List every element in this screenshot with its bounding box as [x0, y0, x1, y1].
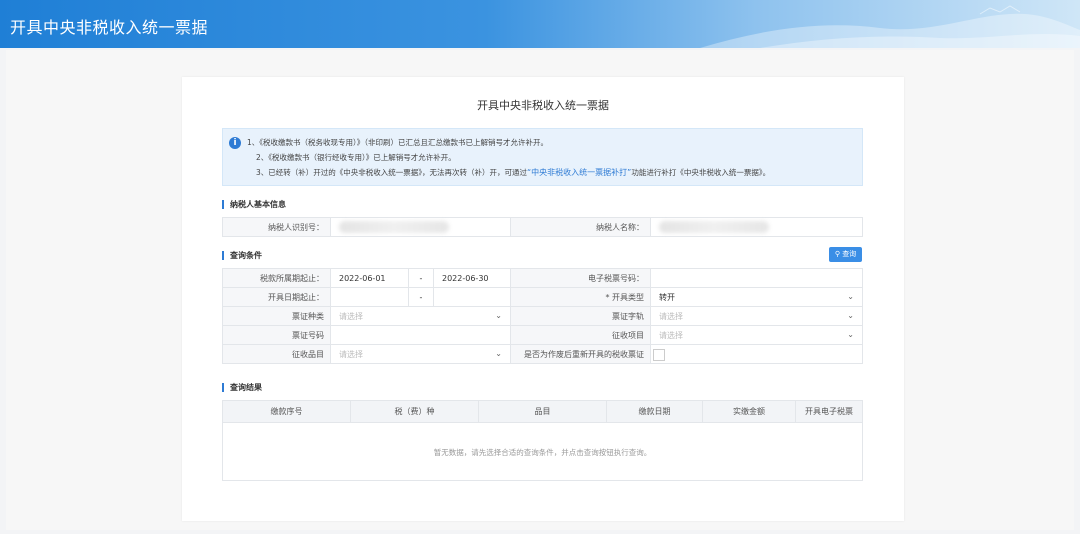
app-title: 开具中央非税收入统一票据: [10, 18, 209, 37]
page-title: 开具中央非税收入统一票据: [477, 99, 609, 112]
column-header: 品目: [479, 401, 607, 422]
voucher-word-select[interactable]: 请选择 ⌄: [650, 306, 863, 326]
column-header: 缴款日期: [607, 401, 703, 422]
result-section-heading: 查询结果: [222, 383, 262, 392]
query-form: 税款所属期起止： 2022-06-01 - 2022-06-30 电子税票号码：…: [222, 268, 863, 364]
issue-date-end-input[interactable]: [433, 287, 511, 307]
column-header: 开具电子税票: [805, 407, 853, 416]
query-section-heading: 查询条件: [222, 251, 262, 260]
period-end-input[interactable]: 2022-06-30: [433, 268, 511, 288]
voucher-type-select[interactable]: 请选择 ⌄: [330, 306, 511, 326]
period-label: 税款所属期起止：: [222, 268, 331, 288]
issue-date-separator: -: [408, 287, 434, 307]
voucher-no-input[interactable]: [330, 325, 511, 345]
column-header: 缴款序号: [223, 401, 351, 422]
chevron-down-icon: ⌄: [495, 311, 502, 320]
reissue-checkbox-cell: [650, 344, 863, 364]
chevron-down-icon: ⌄: [847, 330, 854, 339]
info-icon: i: [229, 137, 241, 149]
search-icon: ⚲: [834, 250, 840, 258]
result-table: 缴款序号 税（费）种 品目 缴款日期 实缴金额 开具电子税票 暂无数据，请先选择…: [222, 400, 863, 481]
taxpayer-id-value: [330, 217, 511, 237]
levy-subitem-placeholder: 请选择: [339, 349, 363, 359]
chevron-down-icon: ⌄: [495, 349, 502, 358]
levy-item-label: 征收项目: [510, 325, 651, 345]
e-ticket-label: 电子税票号码：: [510, 268, 651, 288]
voucher-word-label: 票证字轨: [510, 306, 651, 326]
empty-state-text: 暂无数据，请先选择合适的查询条件，并点击查询按钮执行查询。: [433, 448, 652, 457]
period-start-input[interactable]: 2022-06-01: [330, 268, 409, 288]
e-ticket-input[interactable]: [650, 268, 863, 288]
issue-date-label: 开具日期起止：: [222, 287, 331, 307]
chevron-down-icon: ⌄: [847, 292, 854, 301]
levy-subitem-select[interactable]: 请选择 ⌄: [330, 344, 511, 364]
query-button-label: 查询: [842, 250, 857, 258]
notice-line-2: 2、《税收缴款书（银行经收专用）》已上解销号才允许补开。: [256, 153, 456, 162]
voucher-word-placeholder: 请选择: [659, 311, 683, 321]
app-header: 开具中央非税收入统一票据: [0, 0, 1080, 48]
taxpayer-id-label: 纳税人识别号：: [222, 217, 331, 237]
notice-line-3-suffix: 功能进行补打《中央非税收入统一票据》。: [631, 168, 771, 177]
issue-type-select[interactable]: 转开 ⌄: [650, 287, 863, 307]
reprint-link[interactable]: “中央非税收入统一票据补打”: [527, 168, 631, 177]
reissue-checkbox[interactable]: [653, 349, 665, 361]
period-separator: -: [408, 268, 434, 288]
notice-line-1: 1、《税收缴款书（税务收现专用）》（非印刷）已汇总且汇总缴款书已上解销号才允许补…: [247, 138, 549, 147]
levy-item-placeholder: 请选择: [659, 330, 683, 340]
taxpayer-section-heading: 纳税人基本信息: [222, 200, 286, 209]
voucher-type-placeholder: 请选择: [339, 311, 363, 321]
taxpayer-name-value: [650, 217, 863, 237]
issue-type-value: 转开: [659, 292, 675, 302]
chevron-down-icon: ⌄: [847, 311, 854, 320]
taxpayer-info-table: 纳税人识别号： 纳税人名称：: [222, 217, 863, 237]
column-header: 税（费）种: [351, 401, 479, 422]
result-table-header: 缴款序号 税（费）种 品目 缴款日期 实缴金额 开具电子税票: [223, 401, 862, 423]
notice-line-3: 3、已经转（补）开过的《中央非税收入统一票据》，无法再次转（补）开，可通过“中央…: [256, 167, 770, 178]
levy-subitem-label: 征收品目: [222, 344, 331, 364]
notice-line-3-prefix: 3、已经转（补）开过的《中央非税收入统一票据》，无法再次转（补）开，可通过: [256, 168, 528, 177]
column-header: 实缴金额: [703, 401, 796, 422]
issue-date-start-input[interactable]: [330, 287, 409, 307]
redacted-value: [659, 221, 769, 233]
reissue-label: 是否为作废后重新开具的税收票证: [510, 344, 651, 364]
voucher-no-label: 票证号码: [222, 325, 331, 345]
redacted-value: [339, 221, 449, 233]
issue-type-label: * 开具类型: [510, 287, 651, 307]
notice-box: i 1、《税收缴款书（税务收现专用）》（非印刷）已汇总且汇总缴款书已上解销号才允…: [222, 128, 863, 186]
levy-item-select[interactable]: 请选择 ⌄: [650, 325, 863, 345]
taxpayer-name-label: 纳税人名称：: [510, 217, 651, 237]
query-button[interactable]: ⚲ 查询: [829, 247, 862, 262]
voucher-type-label: 票证种类: [222, 306, 331, 326]
